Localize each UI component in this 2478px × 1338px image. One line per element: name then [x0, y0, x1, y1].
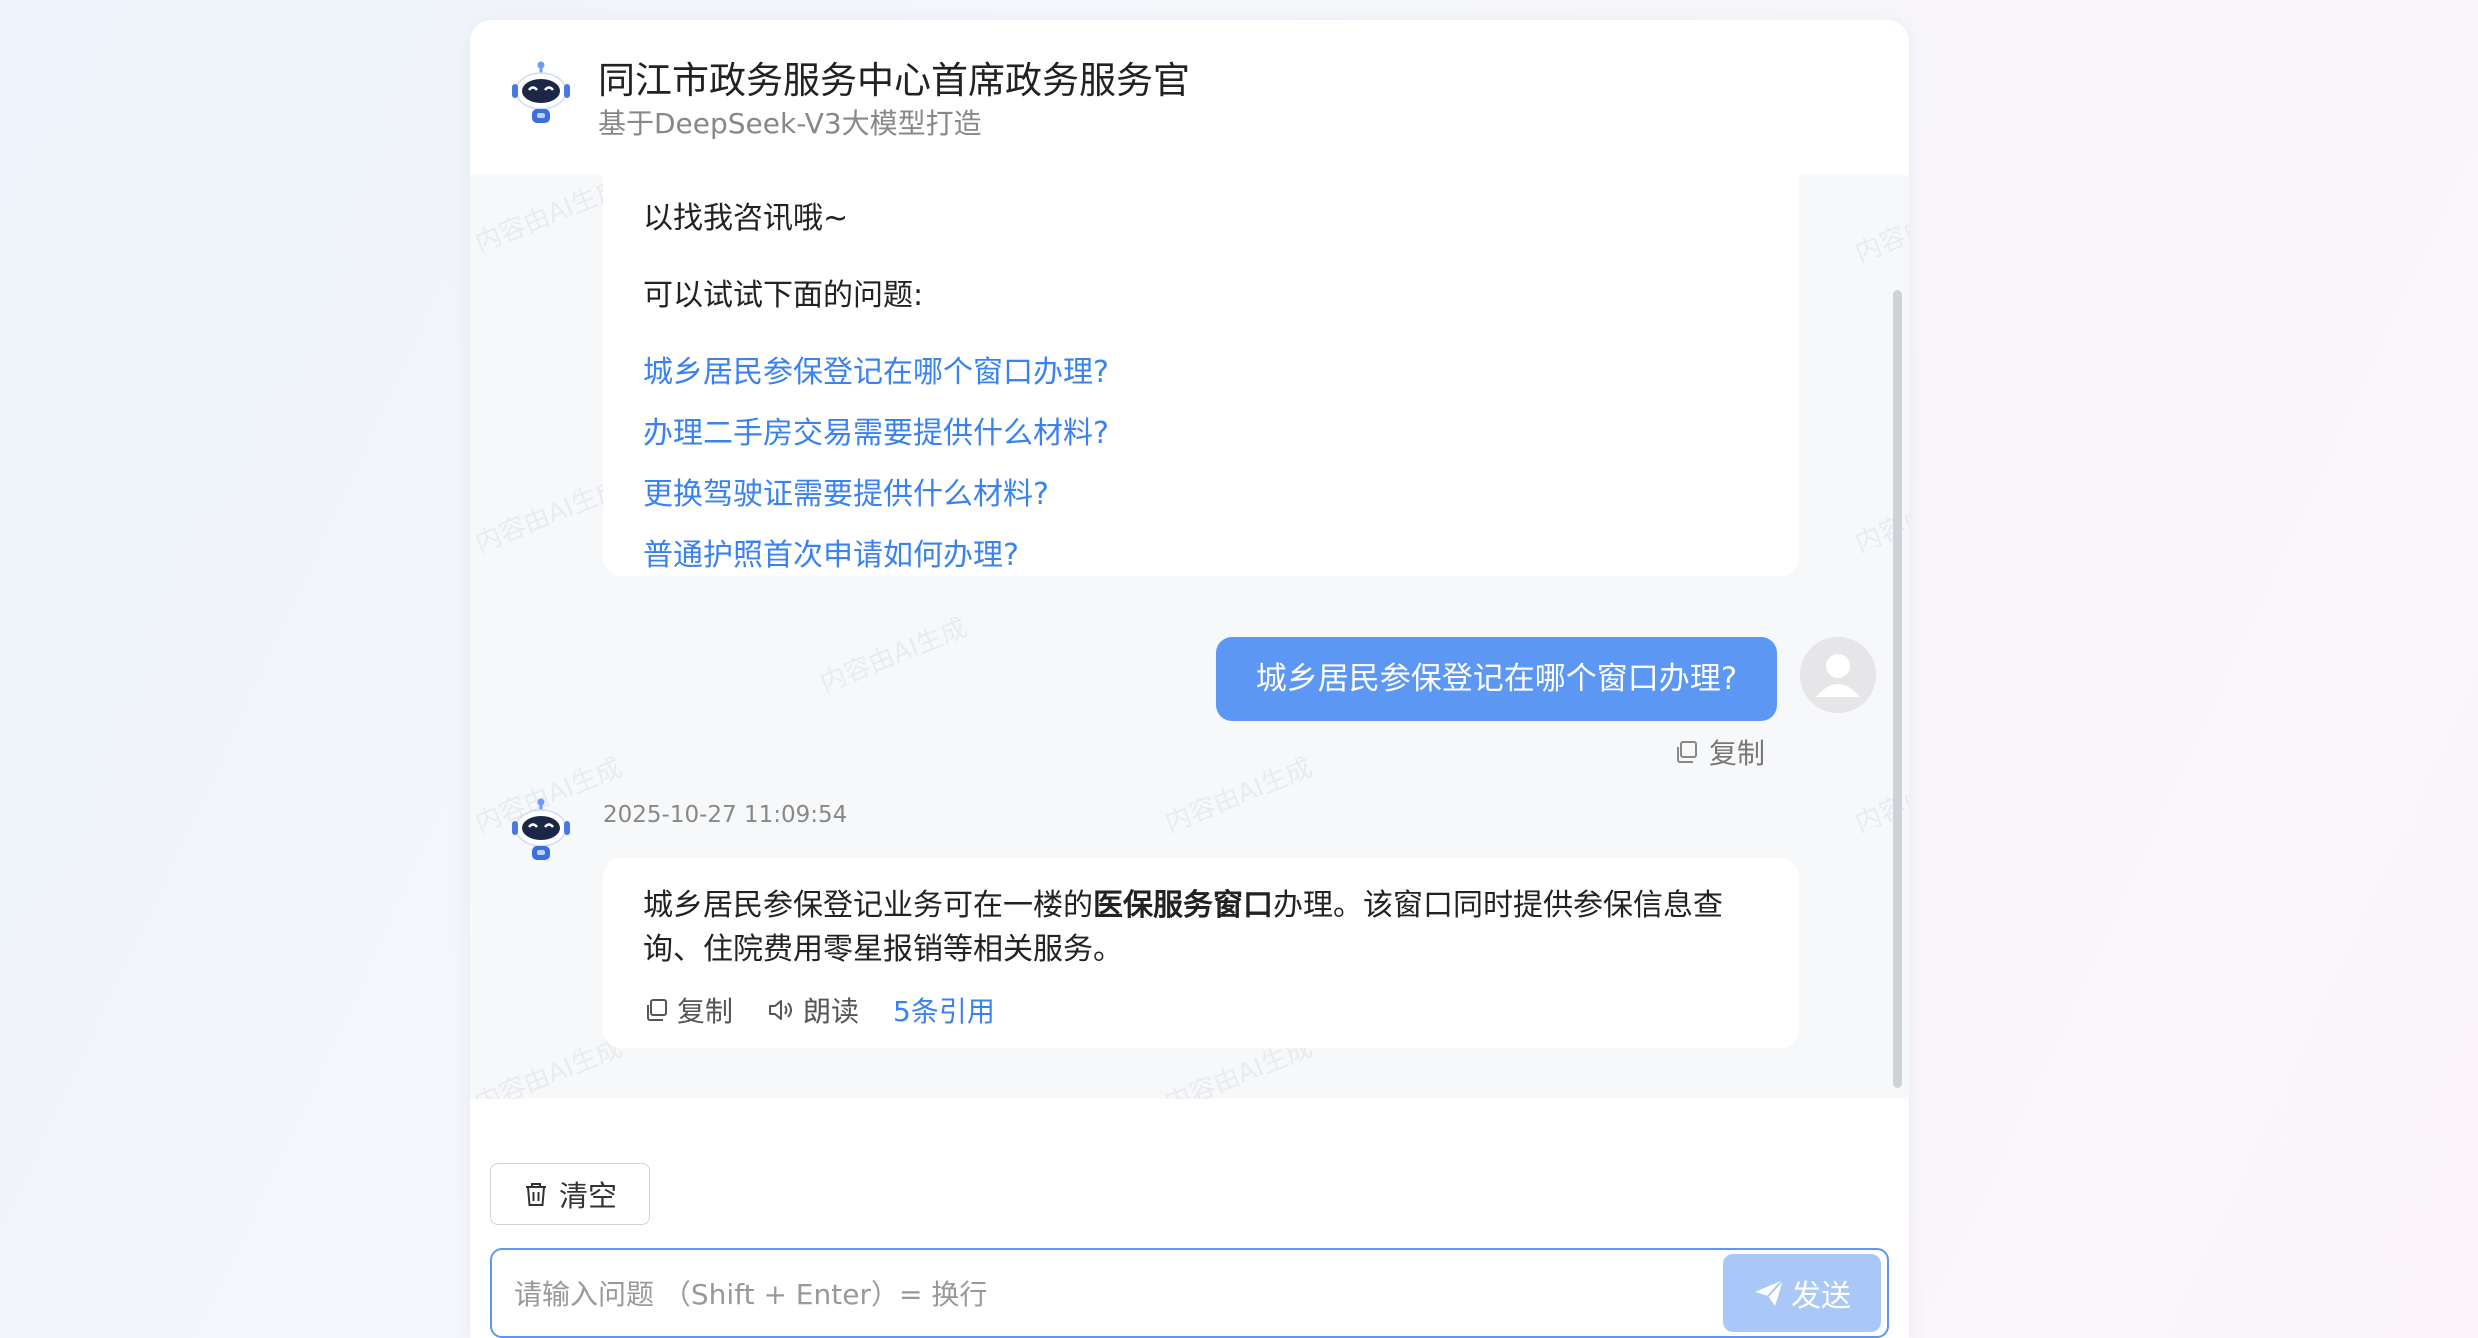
answer-actions: 复制 朗读 5条引用: [643, 990, 995, 1030]
robot-avatar-icon: [510, 60, 572, 130]
watermark-text: 内容由AI生成: [1850, 182, 1909, 269]
welcome-message: 以找我咨讯哦~ 可以试试下面的问题: 城乡居民参保登记在哪个窗口办理? 办理二手…: [603, 175, 1799, 576]
welcome-text: 以找我咨讯哦~: [643, 201, 849, 236]
answer-copy-button[interactable]: 复制: [643, 990, 733, 1030]
copy-label: 复制: [677, 995, 734, 1028]
answer-line-1: 城乡居民参保登记业务可在一楼的医保服务窗口办理。该窗口同时提供参保信息查: [643, 880, 1723, 924]
question-input[interactable]: [512, 1250, 1716, 1338]
user-message-bubble: 城乡居民参保登记在哪个窗口办理?: [1216, 637, 1777, 721]
citations-link[interactable]: 5条引用: [893, 990, 995, 1030]
send-button[interactable]: 发送: [1723, 1254, 1881, 1332]
speaker-icon: [769, 1000, 793, 1020]
copy-icon: [647, 999, 667, 1021]
page-title: 同江市政务服务中心首席政务服务官: [598, 59, 1190, 102]
chat-header: 同江市政务服务中心首席政务服务官 基于DeepSeek-V3大模型打造: [470, 20, 1909, 175]
clear-label: 清空: [558, 1179, 617, 1213]
clear-button[interactable]: 清空: [490, 1163, 650, 1225]
copy-icon: [1677, 741, 1697, 763]
watermark-text: 内容由AI生成: [470, 1032, 627, 1099]
send-icon: [1755, 1279, 1784, 1306]
question-input-box: 发送: [490, 1248, 1889, 1338]
answer-text: 城乡居民参保登记业务可在一楼的: [643, 888, 1093, 923]
input-area: 清空 发送: [470, 1099, 1909, 1338]
read-aloud-button[interactable]: 朗读: [767, 990, 859, 1030]
user-copy-button[interactable]: 复制: [1673, 732, 1765, 772]
answer-line-2: 询、住院费用零星报销等相关服务。: [643, 932, 1123, 967]
copy-label: 复制: [1709, 737, 1766, 770]
bot-answer-bubble: 城乡居民参保登记业务可在一楼的医保服务窗口办理。该窗口同时提供参保信息查 询、住…: [603, 858, 1799, 1048]
robot-avatar-icon: [510, 797, 572, 867]
user-avatar-icon: [1800, 637, 1876, 713]
trash-icon: [525, 1183, 546, 1206]
suggested-question[interactable]: 更换驾驶证需要提供什么材料?: [643, 469, 1049, 513]
chat-panel: 同江市政务服务中心首席政务服务官 基于DeepSeek-V3大模型打造 内容由A…: [470, 20, 1909, 1338]
message-timestamp: 2025-10-27 11:09:54: [603, 802, 848, 828]
watermark-text: 内容由AI生成: [1160, 752, 1317, 839]
answer-text: 办理。该窗口同时提供参保信息查: [1273, 888, 1723, 923]
watermark-text: 内容由AI生成: [815, 612, 972, 699]
suggest-label: 可以试试下面的问题:: [643, 278, 924, 313]
send-label: 发送: [1791, 1279, 1851, 1314]
suggested-question[interactable]: 城乡居民参保登记在哪个窗口办理?: [643, 347, 1109, 391]
suggested-question[interactable]: 普通护照首次申请如何办理?: [643, 530, 1019, 574]
scrollbar-thumb[interactable]: [1893, 290, 1902, 1088]
suggested-question[interactable]: 办理二手房交易需要提供什么材料?: [643, 408, 1109, 452]
page-subtitle: 基于DeepSeek-V3大模型打造: [598, 107, 982, 140]
read-label: 朗读: [803, 995, 860, 1028]
answer-highlight: 医保服务窗口: [1093, 888, 1273, 923]
message-list[interactable]: 内容由AI生成 内容由AI生成 内容由AI生成 内容由AI生成 内容由AI生成 …: [470, 175, 1909, 1099]
